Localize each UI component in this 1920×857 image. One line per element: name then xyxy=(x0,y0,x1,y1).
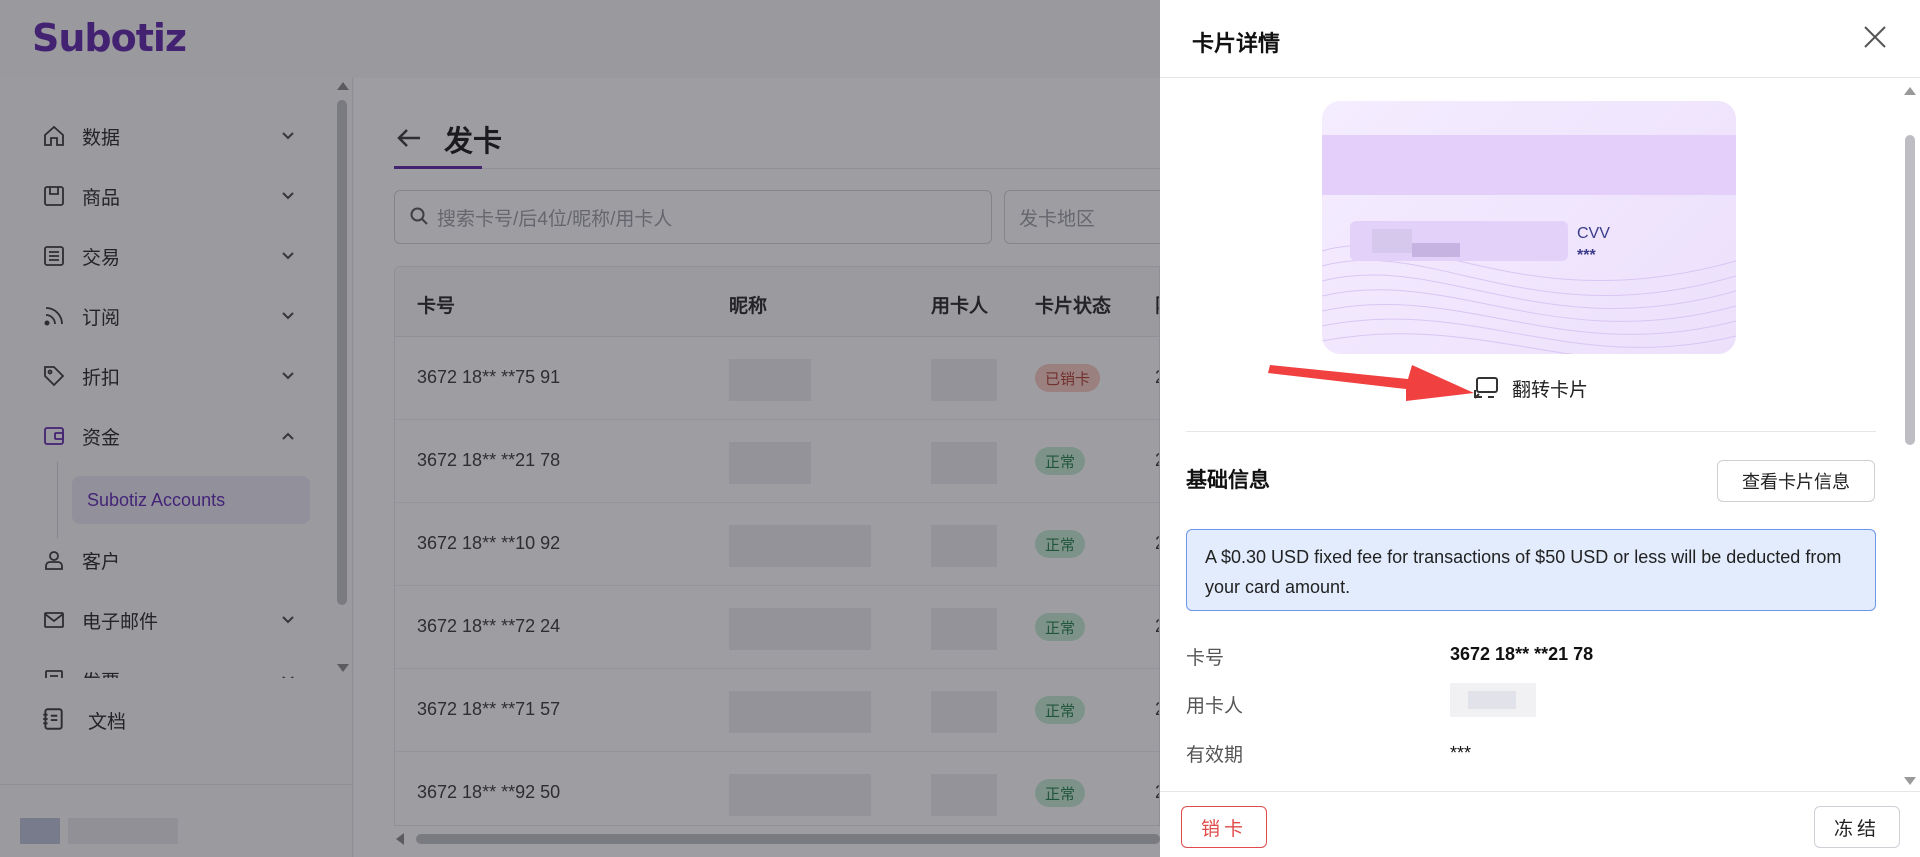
annotation-arrow-icon xyxy=(1268,365,1474,401)
divider xyxy=(1186,431,1876,432)
drawer-scrollbar[interactable] xyxy=(1900,79,1920,791)
field-label: 用卡人 xyxy=(1186,696,1244,717)
drawer-footer: 销卡 冻结 xyxy=(1160,791,1920,857)
card-detail-drawer: 卡片详情 CVV *** 翻转卡片 基础信息 查看卡片信息 A $0.30 US… xyxy=(1160,0,1920,857)
cardholder-value-redacted xyxy=(1450,683,1536,717)
cvv-value: *** xyxy=(1577,247,1596,264)
field-label: 有效期 xyxy=(1186,745,1244,766)
drawer-body: CVV *** 翻转卡片 基础信息 查看卡片信息 A $0.30 USD fix… xyxy=(1160,79,1900,791)
signature-redacted xyxy=(1372,229,1412,253)
freeze-card-button[interactable]: 冻结 xyxy=(1814,806,1900,848)
redaction-block xyxy=(1468,691,1516,709)
fee-notice: A $0.30 USD fixed fee for transactions o… xyxy=(1186,529,1876,611)
magnetic-stripe xyxy=(1322,135,1736,195)
view-card-info-button[interactable]: 查看卡片信息 xyxy=(1717,460,1875,502)
signature-redacted xyxy=(1412,243,1460,257)
expiry-value: *** xyxy=(1450,743,1472,763)
scroll-up-arrow-icon[interactable] xyxy=(1904,87,1916,95)
cancel-card-button[interactable]: 销卡 xyxy=(1181,806,1267,848)
scroll-down-arrow-icon[interactable] xyxy=(1904,777,1916,785)
cvv-label: CVV xyxy=(1577,225,1610,242)
signature-panel xyxy=(1350,221,1568,261)
flip-card-label: 翻转卡片 xyxy=(1512,379,1589,401)
card-back-preview: CVV *** xyxy=(1322,101,1736,354)
field-label: 卡号 xyxy=(1186,648,1225,669)
section-title: 基础信息 xyxy=(1186,469,1270,492)
flip-card-icon xyxy=(1472,373,1502,403)
drawer-header: 卡片详情 xyxy=(1160,0,1920,78)
close-icon[interactable] xyxy=(1860,22,1892,54)
modal-backdrop[interactable] xyxy=(0,0,1160,857)
card-number-value: 3672 18** **21 78 xyxy=(1450,644,1594,664)
drawer-title: 卡片详情 xyxy=(1192,31,1281,56)
scrollbar-thumb[interactable] xyxy=(1905,135,1915,445)
flip-card-button[interactable]: 翻转卡片 xyxy=(1472,373,1588,403)
